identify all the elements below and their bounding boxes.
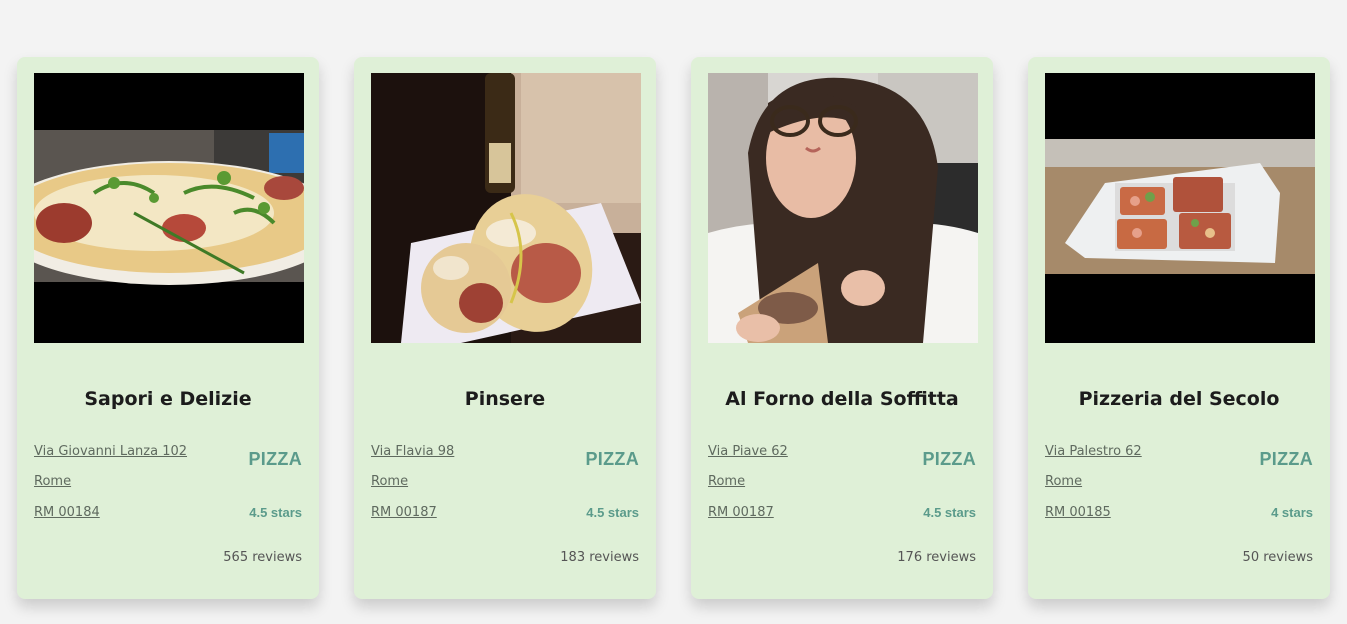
address-line-street[interactable]: Via Giovanni Lanza 102 bbox=[34, 444, 187, 459]
category-label: PIZZA bbox=[922, 449, 976, 469]
address-line-postal[interactable]: RM 00187 bbox=[708, 505, 774, 520]
category-label: PIZZA bbox=[1259, 449, 1313, 469]
rating-label: 4 stars bbox=[1271, 505, 1313, 520]
restaurant-name[interactable]: Sapori e Delizie bbox=[34, 388, 302, 414]
restaurant-info: Via Palestro 62 Rome RM 00185 PIZZA 4 st… bbox=[1045, 444, 1313, 574]
address-line-postal[interactable]: RM 00187 bbox=[371, 505, 437, 520]
review-count: 565 reviews bbox=[223, 550, 302, 565]
category-label: PIZZA bbox=[585, 449, 639, 469]
review-count: 50 reviews bbox=[1242, 550, 1313, 565]
address-line-city[interactable]: Rome bbox=[708, 474, 745, 489]
restaurant-name[interactable]: Pizzeria del Secolo bbox=[1045, 388, 1313, 414]
restaurant-grid: Sapori e Delizie Via Giovanni Lanza 102 … bbox=[17, 57, 1330, 599]
address-line-street[interactable]: Via Palestro 62 bbox=[1045, 444, 1142, 459]
restaurant-card[interactable]: Pizzeria del Secolo Via Palestro 62 Rome… bbox=[1028, 57, 1330, 599]
address-line-street[interactable]: Via Flavia 98 bbox=[371, 444, 454, 459]
address-line-city[interactable]: Rome bbox=[1045, 474, 1082, 489]
restaurant-photo[interactable] bbox=[708, 73, 978, 343]
rating-label: 4.5 stars bbox=[923, 505, 976, 520]
category-label: PIZZA bbox=[248, 449, 302, 469]
address-line-postal[interactable]: RM 00184 bbox=[34, 505, 100, 520]
address-line-city[interactable]: Rome bbox=[371, 474, 408, 489]
restaurant-photo[interactable] bbox=[371, 73, 641, 343]
restaurant-photo[interactable] bbox=[34, 73, 304, 343]
restaurant-card[interactable]: Pinsere Via Flavia 98 Rome RM 00187 PIZZ… bbox=[354, 57, 656, 599]
rating-label: 4.5 stars bbox=[586, 505, 639, 520]
address-line-street[interactable]: Via Piave 62 bbox=[708, 444, 788, 459]
address-line-city[interactable]: Rome bbox=[34, 474, 71, 489]
restaurant-info: Via Piave 62 Rome RM 00187 PIZZA 4.5 sta… bbox=[708, 444, 976, 574]
restaurant-name[interactable]: Pinsere bbox=[371, 388, 639, 414]
restaurant-info: Via Giovanni Lanza 102 Rome RM 00184 PIZ… bbox=[34, 444, 302, 574]
restaurant-card[interactable]: Sapori e Delizie Via Giovanni Lanza 102 … bbox=[17, 57, 319, 599]
restaurant-photo[interactable] bbox=[1045, 73, 1315, 343]
restaurant-info: Via Flavia 98 Rome RM 00187 PIZZA 4.5 st… bbox=[371, 444, 639, 574]
review-count: 183 reviews bbox=[560, 550, 639, 565]
restaurant-name[interactable]: Al Forno della Soffitta bbox=[708, 388, 976, 414]
restaurant-card[interactable]: Al Forno della Soffitta Via Piave 62 Rom… bbox=[691, 57, 993, 599]
rating-label: 4.5 stars bbox=[249, 505, 302, 520]
review-count: 176 reviews bbox=[897, 550, 976, 565]
address-line-postal[interactable]: RM 00185 bbox=[1045, 505, 1111, 520]
